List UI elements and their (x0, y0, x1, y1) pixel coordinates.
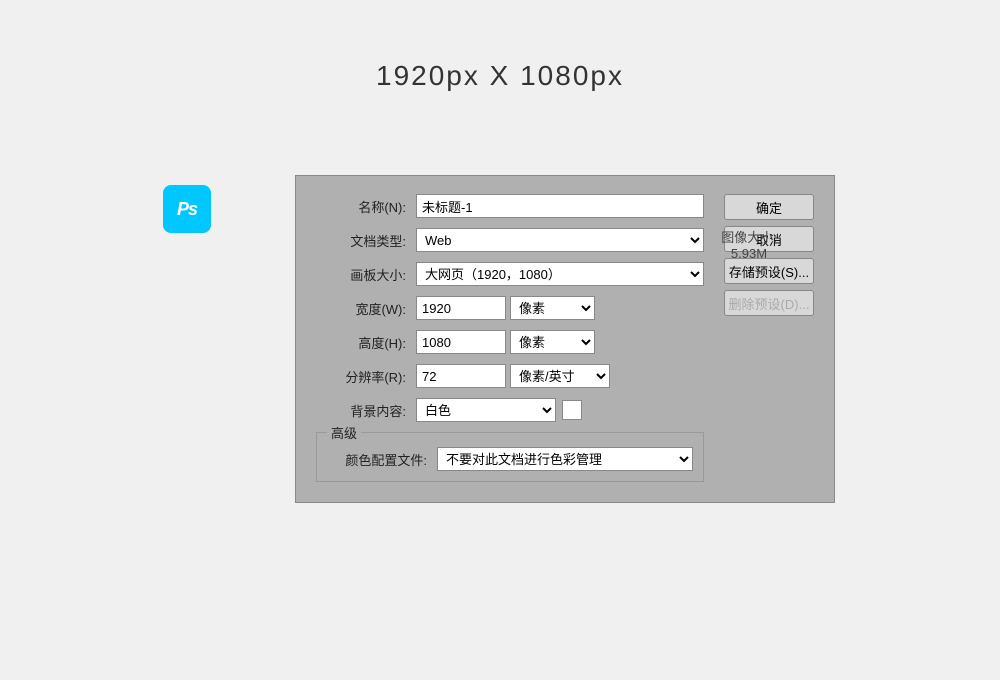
height-label: 高度(H): (316, 333, 406, 352)
height-unit-select[interactable]: 像素 (510, 330, 595, 354)
name-input[interactable] (416, 194, 704, 218)
bg-select[interactable]: 白色 (416, 398, 556, 422)
name-row: 名称(N): (316, 194, 704, 218)
bg-control-group: 白色 (416, 398, 582, 422)
resolution-label: 分辨率(R): (316, 367, 406, 386)
page-title: 1920px X 1080px (0, 0, 1000, 92)
advanced-legend: 高级 (327, 423, 361, 442)
width-input[interactable] (416, 296, 506, 320)
delete-preset-button[interactable]: 删除预设(D)... (724, 290, 814, 316)
color-profile-label: 颜色配置文件: (327, 450, 427, 469)
width-unit-select[interactable]: 像素 (510, 296, 595, 320)
canvas-select[interactable]: 大网页（1920，1080） (416, 262, 704, 286)
width-label: 宽度(W): (316, 299, 406, 318)
bg-label: 背景内容: (316, 401, 406, 420)
name-label: 名称(N): (316, 197, 406, 216)
dialog-form: 名称(N): 文档类型: Web 画板大小: 大网页（1920，1080） 宽度… (316, 194, 704, 482)
height-row: 高度(H): 像素 (316, 330, 704, 354)
image-size-label: 图像大小: (704, 227, 794, 246)
height-input-group: 像素 (416, 330, 704, 354)
canvas-label: 画板大小: (316, 265, 406, 284)
doctype-label: 文档类型: (316, 231, 406, 250)
width-input-group: 像素 (416, 296, 704, 320)
resolution-unit-select[interactable]: 像素/英寸 (510, 364, 610, 388)
save-preset-button[interactable]: 存储预设(S)... (724, 258, 814, 284)
doctype-select[interactable]: Web (416, 228, 704, 252)
ps-app-icon: Ps (163, 185, 211, 233)
ok-button[interactable]: 确定 (724, 194, 814, 220)
resolution-input[interactable] (416, 364, 506, 388)
bg-color-swatch[interactable] (562, 400, 582, 420)
height-input[interactable] (416, 330, 506, 354)
bg-row: 背景内容: 白色 (316, 398, 704, 422)
width-row: 宽度(W): 像素 (316, 296, 704, 320)
image-size-info: 图像大小: 5.93M (704, 227, 794, 261)
doctype-row: 文档类型: Web (316, 228, 704, 252)
resolution-row: 分辨率(R): 像素/英寸 (316, 364, 704, 388)
color-profile-select[interactable]: 不要对此文档进行色彩管理 (437, 447, 693, 471)
advanced-group: 高级 颜色配置文件: 不要对此文档进行色彩管理 (316, 432, 704, 482)
canvas-row: 画板大小: 大网页（1920，1080） (316, 262, 704, 286)
resolution-input-group: 像素/英寸 (416, 364, 704, 388)
new-document-dialog: 确定 取消 存储预设(S)... 删除预设(D)... 图像大小: 5.93M … (295, 175, 835, 503)
image-size-value: 5.93M (704, 246, 794, 261)
color-profile-row: 颜色配置文件: 不要对此文档进行色彩管理 (327, 447, 693, 471)
dialog-buttons: 确定 取消 存储预设(S)... 删除预设(D)... 图像大小: 5.93M (724, 194, 814, 316)
